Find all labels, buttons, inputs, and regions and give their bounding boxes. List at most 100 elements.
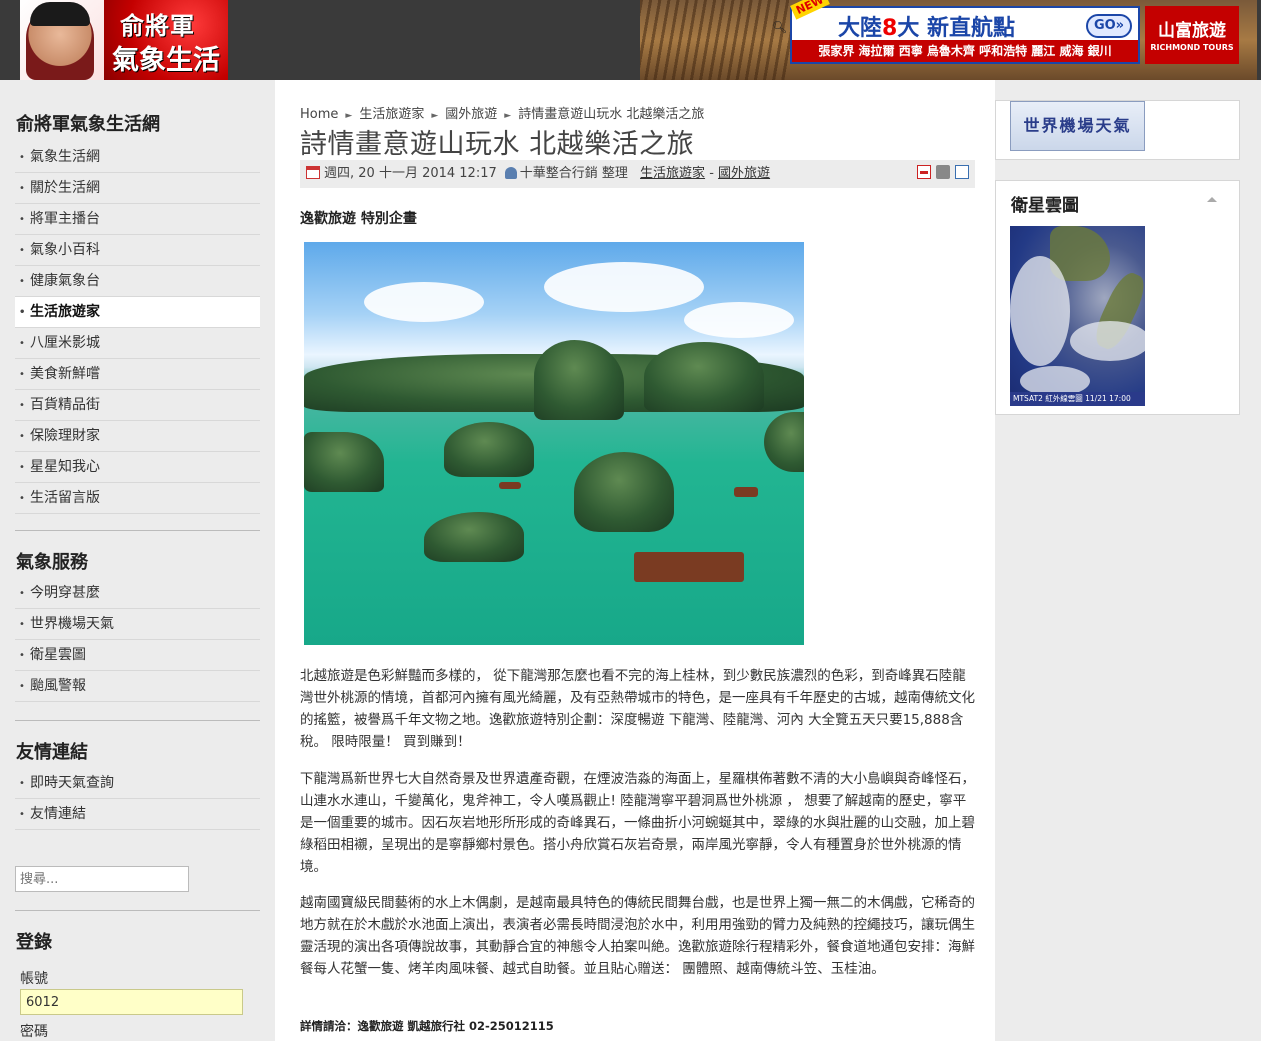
- calendar-icon: [306, 166, 320, 179]
- collapse-icon[interactable]: [1207, 197, 1217, 202]
- photo-karst-island: [444, 422, 534, 477]
- new-tag: NEW: [790, 0, 830, 20]
- satellite-box: 衛星雲圖 MTSAT2 紅外線雲圖 11/21 17:00: [995, 180, 1240, 415]
- article-author: 十華整合行銷 整理: [519, 166, 628, 181]
- airport-weather-banner[interactable]: 世界機場天氣: [1010, 101, 1145, 151]
- menu-item[interactable]: 氣象生活網: [15, 142, 260, 173]
- menu-item[interactable]: 生活留言版: [15, 483, 260, 514]
- photo-karst-island: [574, 452, 674, 532]
- article-meta: 週四, 20 十一月 2014 12:17 十華整合行銷 整理 生活旅遊家 - 國…: [300, 160, 975, 188]
- photo-karst-island: [764, 412, 804, 472]
- left-sidebar: 俞將軍氣象生活網 氣象生活網關於生活網將軍主播台氣象小百科健康氣象台生活旅遊家八…: [0, 80, 275, 1041]
- article-contact: 詳情請洽：逸歡旅遊 凱越旅行社 02-25012115: [300, 1019, 554, 1033]
- satellite-image[interactable]: MTSAT2 紅外線雲圖 11/21 17:00: [1010, 226, 1145, 406]
- ad-headline: 大陸8大 新直航點: [838, 10, 1015, 42]
- satellite-caption: MTSAT2 紅外線雲圖 11/21 17:00: [1010, 392, 1145, 406]
- divider: [15, 530, 260, 531]
- breadcrumb-travel[interactable]: 生活旅遊家: [359, 107, 424, 122]
- menu-item[interactable]: 星星知我心: [15, 452, 260, 483]
- menu-item[interactable]: 健康氣象台: [15, 266, 260, 297]
- username-label: 帳號: [20, 971, 48, 987]
- article-title: 詩情畫意遊山玩水 北越樂活之旅: [300, 129, 695, 160]
- ad-cities: 張家界 海拉爾 西寧 烏魯木齊 呼和浩特 麗江 威海 銀川: [792, 40, 1138, 62]
- menu-item[interactable]: 友情連結: [15, 799, 260, 830]
- menu-item[interactable]: 氣象小百科: [15, 235, 260, 266]
- username-field[interactable]: [20, 989, 243, 1015]
- article-date: 週四, 20 十一月 2014 12:17: [324, 166, 497, 181]
- airport-weather-box: 世界機場天氣: [995, 100, 1240, 160]
- sidebar-title-main: 俞將軍氣象生活網: [16, 114, 160, 135]
- search-input[interactable]: [15, 866, 189, 892]
- ad-panel[interactable]: NEW 大陸8大 新直航點 GO» 張家界 海拉爾 西寧 烏魯木齊 呼和浩特 麗…: [790, 0, 1140, 64]
- links-menu: 即時天氣查詢友情連結: [15, 768, 260, 830]
- main-menu: 氣象生活網關於生活網將軍主播台氣象小百科健康氣象台生活旅遊家八厘米影城美食新鮮嚐…: [15, 142, 260, 514]
- photo-cloud: [684, 302, 794, 338]
- main-content: Home ► 生活旅遊家 ► 國外旅遊 ► 詩情畫意遊山玩水 北越樂活之旅 詩情畫意遊山玩水…: [275, 80, 995, 1041]
- ad-headline-num: 8: [882, 16, 898, 41]
- category-link-travel[interactable]: 生活旅遊家: [640, 166, 705, 181]
- menu-item[interactable]: 美食新鮮嚐: [15, 359, 260, 390]
- sat-cloud: [1010, 256, 1070, 366]
- menu-item[interactable]: 颱風警報: [15, 671, 260, 702]
- pdf-icon[interactable]: [917, 165, 931, 179]
- logo-line1: 俞將軍: [120, 12, 195, 40]
- login-title: 登錄: [16, 932, 52, 953]
- article-paragraph-3: 越南國寶級民間藝術的水上木偶劇，是越南最具特色的傳統民間舞台戲，也是世界上獨一無…: [300, 895, 975, 977]
- photo-boats: [634, 552, 744, 582]
- menu-item[interactable]: 關於生活網: [15, 173, 260, 204]
- menu-item[interactable]: 將軍主播台: [15, 204, 260, 235]
- breadcrumb-home[interactable]: Home: [300, 107, 338, 122]
- go-button[interactable]: GO»: [1086, 14, 1132, 38]
- photo-boat: [499, 482, 521, 489]
- article-subhead: 逸歡旅遊 特別企畫: [300, 211, 417, 227]
- menu-item[interactable]: 世界機場天氣: [15, 609, 260, 640]
- banner-grass-decoration: [640, 0, 790, 80]
- logo-line2: 氣象生活網: [112, 45, 220, 76]
- breadcrumb: Home ► 生活旅遊家 ► 國外旅遊 ► 詩情畫意遊山玩水 北越樂活之旅: [300, 103, 704, 122]
- breadcrumb-arrow-icon: ►: [345, 111, 353, 121]
- satellite-title: 衛星雲圖: [1011, 196, 1079, 216]
- sidebar-title-links: 友情連結: [16, 742, 88, 763]
- menu-item[interactable]: 八厘米影城: [15, 328, 260, 359]
- photo-boat: [734, 487, 758, 497]
- divider: [15, 720, 260, 721]
- site-header: 俞將軍 氣象生活網 🔍︎ NEW 大陸8大 新直航點 GO» 張家界 海拉爾 西…: [0, 0, 1261, 80]
- breadcrumb-current: 詩情畫意遊山玩水 北越樂活之旅: [518, 107, 705, 122]
- site-logo[interactable]: 俞將軍 氣象生活網: [20, 0, 228, 80]
- ad-headline-a: 大陸: [838, 16, 883, 41]
- menu-item[interactable]: 衛星雲圖: [15, 640, 260, 671]
- print-icon[interactable]: [936, 165, 950, 179]
- photo-karst-island: [534, 340, 624, 420]
- halong-bay-photo: [304, 242, 804, 645]
- search-icon[interactable]: 🔍︎: [772, 20, 787, 34]
- breadcrumb-arrow-icon: ►: [504, 111, 512, 121]
- photo-cloud: [364, 282, 484, 322]
- sat-cloud: [1070, 321, 1145, 361]
- breadcrumb-arrow-icon: ►: [431, 111, 439, 121]
- menu-item[interactable]: 生活旅遊家: [15, 297, 260, 328]
- brand-badge[interactable]: 山富旅遊 RICHMOND TOURS: [1145, 6, 1239, 64]
- author-icon: [504, 167, 517, 179]
- host-hair: [30, 2, 90, 26]
- right-sidebar: 世界機場天氣 衛星雲圖 MTSAT2 紅外線雲圖 11/21 17:00: [995, 80, 1261, 1041]
- breadcrumb-overseas[interactable]: 國外旅遊: [445, 107, 497, 122]
- category-link-overseas[interactable]: 國外旅遊: [718, 166, 770, 181]
- photo-karst-island: [424, 512, 524, 562]
- article-tools: [912, 160, 969, 188]
- travel-ad-banner[interactable]: 🔍︎ NEW 大陸8大 新直航點 GO» 張家界 海拉爾 西寧 烏魯木齊 呼和浩…: [640, 0, 1257, 80]
- menu-item[interactable]: 保險理財家: [15, 421, 260, 452]
- sidebar-title-weather: 氣象服務: [16, 552, 88, 573]
- password-label: 密碼: [20, 1024, 48, 1040]
- email-icon[interactable]: [955, 165, 969, 179]
- category-separator: -: [709, 166, 714, 181]
- weather-menu: 今明穿甚麼世界機場天氣衛星雲圖颱風警報: [15, 578, 260, 702]
- menu-item[interactable]: 即時天氣查詢: [15, 768, 260, 799]
- menu-item[interactable]: 今明穿甚麼: [15, 578, 260, 609]
- divider: [15, 910, 260, 911]
- brand-name: 山富旅遊: [1158, 21, 1226, 41]
- ad-headline-b: 大 新直航點: [897, 16, 1015, 41]
- photo-karst-island: [304, 432, 384, 492]
- article-paragraph-2: 下龍灣爲新世界七大自然奇景及世界遺產奇觀，在煙波浩淼的海面上，星羅棋佈著數不清的…: [300, 771, 975, 875]
- photo-karst-island: [644, 342, 764, 412]
- menu-item[interactable]: 百貨精品街: [15, 390, 260, 421]
